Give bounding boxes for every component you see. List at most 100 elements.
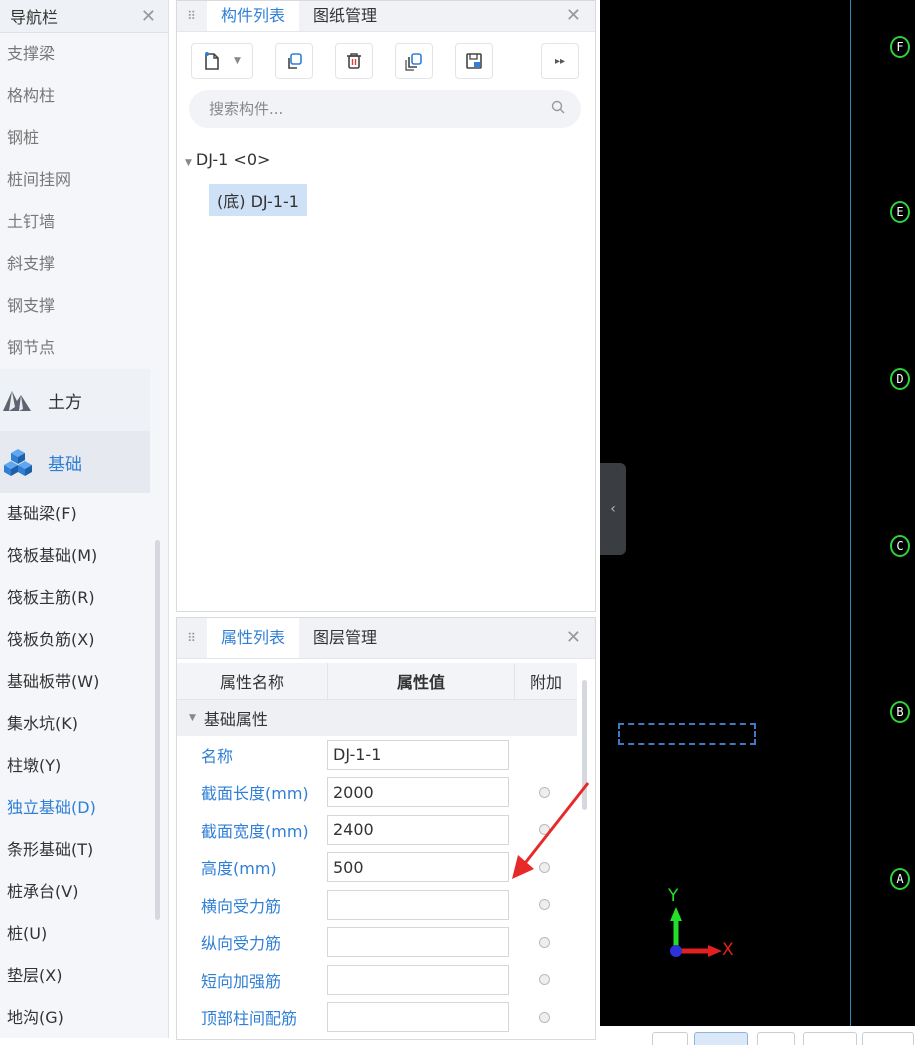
nav-sub-item-active[interactable]: 独立基础(D): [0, 787, 168, 829]
property-value-input[interactable]: [327, 1002, 509, 1033]
grid-line: [850, 0, 851, 1026]
search-input[interactable]: [207, 99, 531, 119]
property-value-input[interactable]: [327, 814, 509, 845]
component-tree: ▼ DJ-1 <0> (底) DJ-1-1: [177, 128, 595, 216]
nav-scrollbar[interactable]: [155, 540, 160, 920]
annotation-arrow: [512, 782, 590, 879]
property-row: 顶部柱间配筋: [177, 999, 577, 1037]
property-value-input[interactable]: [327, 739, 509, 770]
collapse-panel-button[interactable]: ‹: [600, 463, 626, 555]
property-group[interactable]: ▼ 基础属性: [177, 700, 577, 736]
axis-bubble[interactable]: D: [890, 368, 910, 390]
column-header-value: 属性值: [328, 663, 515, 699]
copy-button[interactable]: [275, 43, 313, 79]
nav-sub-item[interactable]: 柱墩(Y): [0, 745, 168, 787]
close-icon[interactable]: ✕: [566, 618, 581, 658]
nav-sub-item[interactable]: 基础梁(F): [0, 493, 168, 535]
axis-bubble[interactable]: E: [890, 201, 910, 223]
navigation-panel: 导航栏 ✕ 支撑梁 格构柱 钢桩 桩间挂网 土钉墙 斜支撑 钢支撑 钢节点 土方…: [0, 0, 169, 1038]
property-name: 横向受力筋: [201, 896, 282, 916]
drag-handle-icon[interactable]: ⠿: [177, 631, 207, 645]
close-icon[interactable]: ✕: [566, 1, 581, 31]
property-value-input[interactable]: [327, 777, 509, 808]
view-button[interactable]: [803, 1032, 857, 1045]
component-tabbar: ⠿ 构件列表 图纸管理 ✕: [177, 1, 595, 32]
nav-category-foundation[interactable]: 基础: [0, 431, 150, 493]
drawing-canvas[interactable]: [600, 0, 915, 1026]
extra-checkbox[interactable]: [538, 936, 550, 948]
tree-node-label: DJ-1 <0>: [195, 150, 271, 169]
property-group-label: 基础属性: [203, 710, 268, 729]
nav-sub-item[interactable]: 筏板主筋(R): [0, 577, 168, 619]
nav-category-label: 基础: [48, 454, 82, 475]
nav-item[interactable]: 桩间挂网: [0, 159, 168, 201]
save-icon: [466, 53, 482, 69]
nav-item[interactable]: 土钉墙: [0, 201, 168, 243]
property-row: 短向加强筋: [177, 961, 577, 999]
new-file-icon: [205, 52, 219, 70]
axis-bubble[interactable]: A: [890, 868, 910, 890]
property-value-input[interactable]: [327, 964, 509, 995]
nav-sub-item[interactable]: 地沟(G): [0, 997, 168, 1038]
property-row: 纵向受力筋: [177, 924, 577, 962]
extra-checkbox[interactable]: [538, 1011, 550, 1023]
tab-layer-management[interactable]: 图层管理: [299, 618, 391, 658]
extra-checkbox[interactable]: [538, 899, 550, 911]
chevron-left-icon: ‹: [610, 501, 616, 517]
isolated-footing-shape[interactable]: [618, 723, 756, 745]
component-toolbar: ▼ ▸▸: [177, 32, 595, 90]
delete-button[interactable]: [335, 43, 373, 79]
nav-title: 导航栏: [10, 8, 59, 27]
nav-sub-item[interactable]: 垫层(X): [0, 955, 168, 997]
extra-checkbox[interactable]: [538, 974, 550, 986]
property-table-header: 属性名称 属性值 附加: [177, 663, 577, 700]
nav-item[interactable]: 斜支撑: [0, 243, 168, 285]
column-header-name: 属性名称: [177, 663, 328, 699]
view-button[interactable]: [862, 1032, 914, 1045]
view-button-active[interactable]: [694, 1032, 748, 1045]
close-icon[interactable]: ✕: [141, 6, 156, 27]
nav-item[interactable]: 钢桩: [0, 117, 168, 159]
save-component-button[interactable]: [455, 43, 493, 79]
view-button[interactable]: [757, 1032, 795, 1045]
tree-leaf-selected[interactable]: (底) DJ-1-1: [209, 184, 307, 216]
search-icon[interactable]: [551, 100, 565, 118]
nav-sub-item[interactable]: 筏板负筋(X): [0, 619, 168, 661]
expand-arrow-icon[interactable]: ▼: [189, 713, 196, 723]
nav-item[interactable]: 支撑梁: [0, 33, 168, 75]
property-name: 截面宽度(mm): [201, 821, 309, 841]
component-list-panel: ⠿ 构件列表 图纸管理 ✕ ▼ ▸▸ ▼DJ-1 <0>: [176, 0, 596, 612]
property-name: 纵向受力筋: [201, 934, 282, 954]
tree-node[interactable]: ▼ DJ-1 <0>: [177, 148, 595, 172]
property-value-input[interactable]: [327, 889, 509, 920]
expand-arrow-icon[interactable]: ▼: [185, 158, 192, 168]
axis-bubble[interactable]: F: [890, 36, 910, 58]
new-component-button[interactable]: ▼: [191, 43, 253, 79]
nav-item[interactable]: 钢支撑: [0, 285, 168, 327]
tab-component-list[interactable]: 构件列表: [207, 1, 300, 31]
view-button[interactable]: [652, 1032, 688, 1045]
tab-property-list[interactable]: 属性列表: [207, 618, 300, 658]
axis-bubble[interactable]: B: [890, 701, 910, 723]
axis-bubble[interactable]: C: [890, 535, 910, 557]
earthwork-icon: [0, 382, 36, 418]
nav-sub-item[interactable]: 桩(U): [0, 913, 168, 955]
chevron-down-icon[interactable]: ▼: [234, 56, 241, 66]
nav-sub-item[interactable]: 桩承台(V): [0, 871, 168, 913]
nav-sub-item[interactable]: 筏板基础(M): [0, 535, 168, 577]
copy-to-floor-button[interactable]: [395, 43, 433, 79]
more-tools-button[interactable]: ▸▸: [541, 43, 579, 79]
nav-sub-item[interactable]: 集水坑(K): [0, 703, 168, 745]
nav-item[interactable]: 钢节点: [0, 327, 168, 369]
property-value-input[interactable]: [327, 927, 509, 958]
property-row: 名称: [177, 736, 577, 774]
nav-item[interactable]: 格构柱: [0, 75, 168, 117]
tab-drawing-management[interactable]: 图纸管理: [299, 1, 391, 31]
property-value-input[interactable]: [327, 852, 509, 883]
nav-sub-item[interactable]: 基础板带(W): [0, 661, 168, 703]
nav-sub-item[interactable]: 条形基础(T): [0, 829, 168, 871]
trash-icon: [347, 53, 361, 69]
drag-handle-icon[interactable]: ⠿: [177, 9, 207, 23]
y-axis-label: Y: [668, 886, 679, 906]
nav-category-earthwork[interactable]: 土方: [0, 369, 150, 431]
